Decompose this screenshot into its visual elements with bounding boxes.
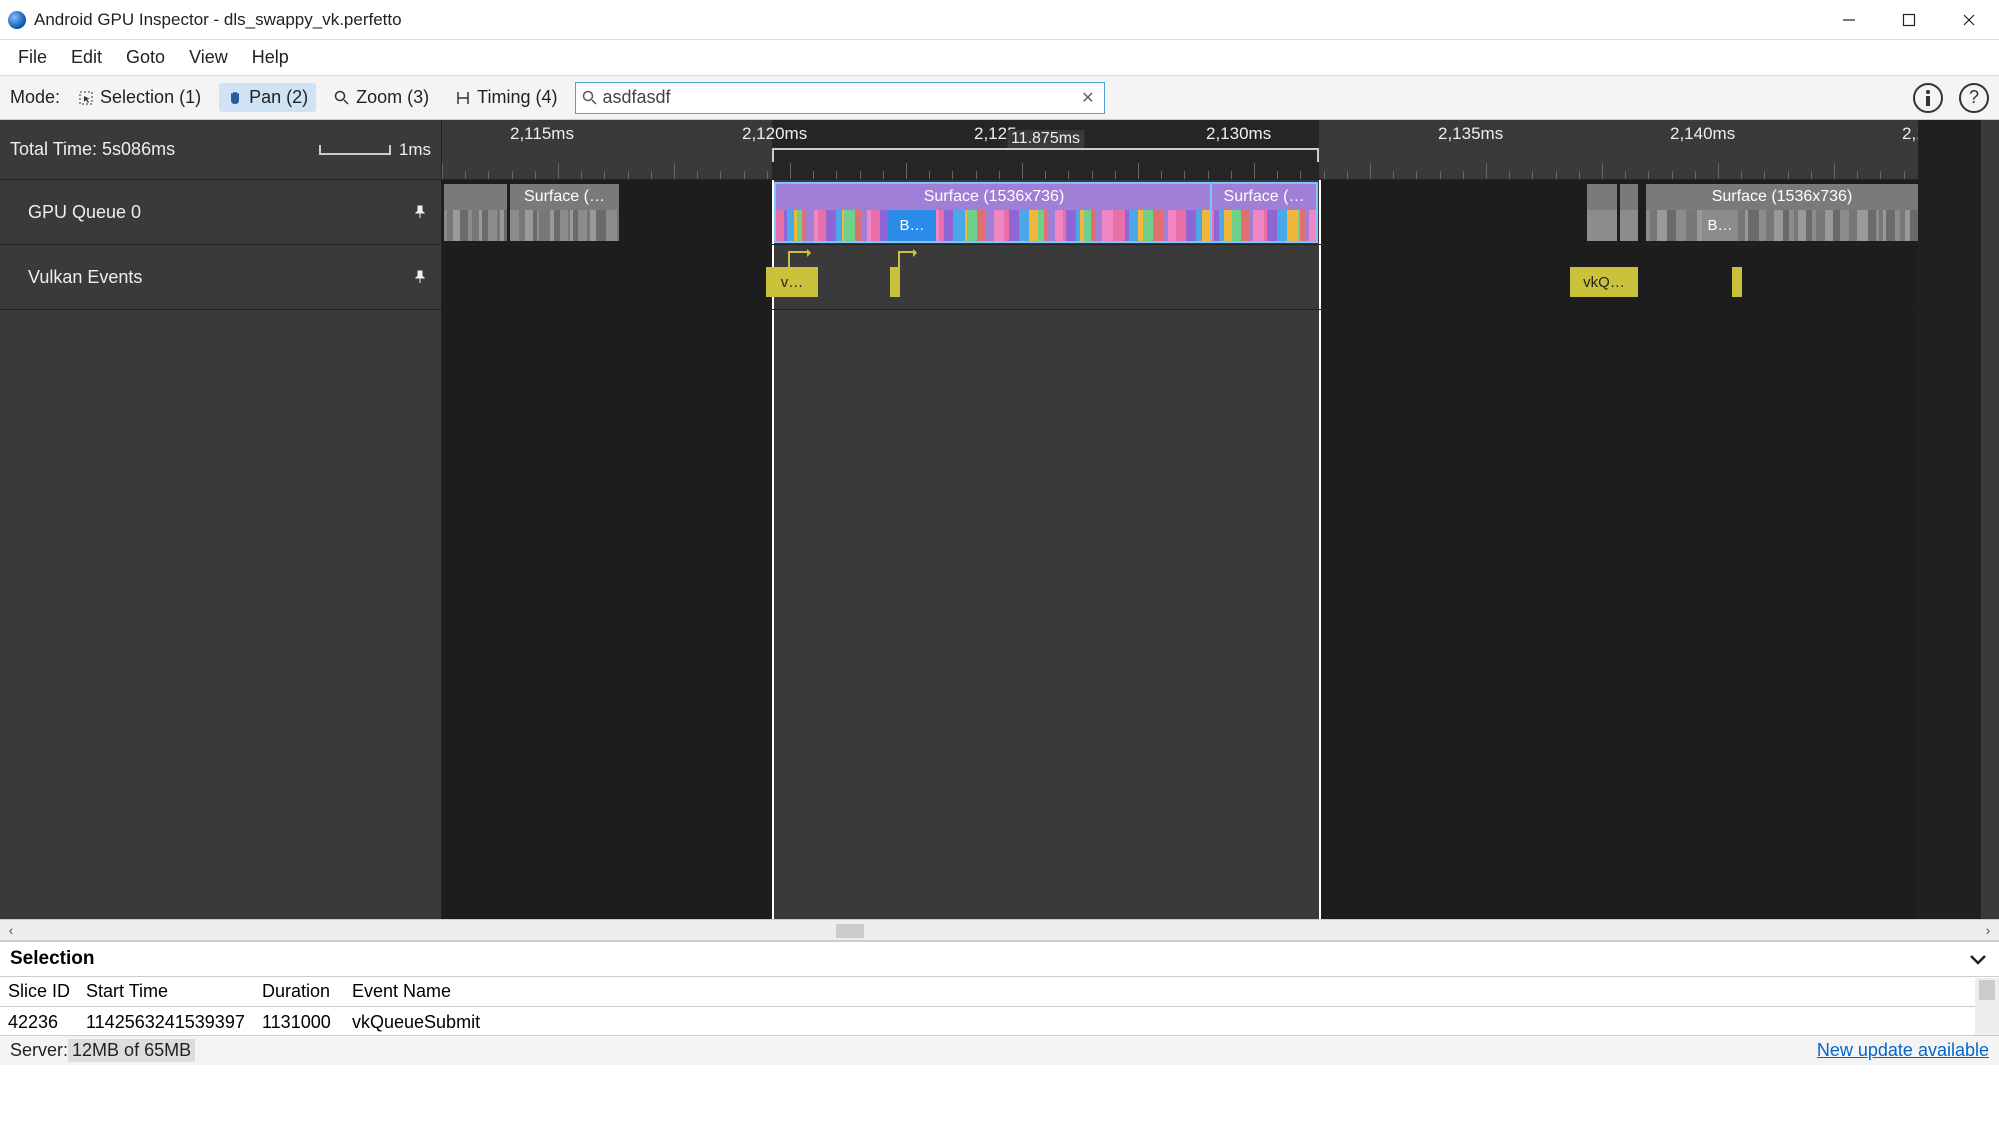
app-icon	[8, 11, 26, 29]
menu-view[interactable]: View	[179, 43, 238, 72]
timeline-right-gutter	[1981, 120, 1999, 919]
timeline-left-column: Total Time: 5s086ms 1ms GPU Queue 0 Vulk…	[0, 120, 442, 919]
info-icon	[1925, 89, 1931, 107]
selection-range-label: 11.875ms	[1007, 130, 1084, 148]
block-label: Surface (1536x736)	[1646, 184, 1918, 210]
menubar: File Edit Goto View Help	[0, 40, 1999, 76]
horizontal-scrollbar[interactable]: ‹ ›	[0, 919, 1999, 941]
tool-pan-label: Pan (2)	[249, 87, 308, 108]
selection-icon	[78, 90, 94, 106]
surface-block[interactable]: Surface (1536x736) B…	[1646, 184, 1918, 241]
scale-label: 1ms	[399, 140, 431, 160]
surface-block[interactable]	[444, 184, 507, 241]
vulkan-event-block[interactable]	[890, 267, 900, 297]
pin-icon[interactable]	[413, 205, 427, 219]
vertical-scrollbar[interactable]	[1975, 978, 1999, 1035]
server-memory: 12MB of 65MB	[68, 1039, 195, 1062]
hand-icon	[227, 90, 243, 106]
surface-block-selected[interactable]: Surface (1536x736) B…	[776, 184, 1212, 241]
update-available-link[interactable]: New update available	[1817, 1040, 1989, 1061]
info-button[interactable]	[1913, 83, 1943, 113]
surface-block[interactable]: Surface (…	[510, 184, 619, 241]
mode-label: Mode:	[10, 87, 60, 108]
sub-block[interactable]: B…	[1702, 210, 1738, 241]
scale-indicator: 1ms	[319, 140, 431, 160]
selection-panel: Selection Slice ID Start Time Duration E…	[0, 941, 1999, 1035]
block-label: Surface (1536x736)	[776, 184, 1212, 210]
tool-timing-label: Timing (4)	[477, 87, 557, 108]
minimize-button[interactable]	[1819, 0, 1879, 40]
statusbar: Server: 12MB of 65MB New update availabl…	[0, 1035, 1999, 1065]
track-header-gpu-queue[interactable]: GPU Queue 0	[0, 180, 441, 245]
tick-label: 2,135ms	[1438, 124, 1503, 144]
tool-timing[interactable]: Timing (4)	[447, 83, 565, 112]
track-vulkan-events[interactable]: v… vkQ…	[442, 245, 1918, 310]
scroll-left-arrow[interactable]: ‹	[0, 922, 22, 938]
tool-selection[interactable]: Selection (1)	[70, 83, 209, 112]
maximize-button[interactable]	[1879, 0, 1939, 40]
total-time-label: Total Time: 5s086ms	[10, 139, 175, 160]
surface-block-selected[interactable]: Surface (…	[1212, 184, 1316, 241]
clear-search-button[interactable]: ✕	[1077, 88, 1098, 108]
timeline-content[interactable]: 2,115ms 2,120ms 2,125ms 2,130ms 2,135ms …	[442, 120, 1918, 919]
col-event-name[interactable]: Event Name	[344, 981, 1999, 1002]
menu-edit[interactable]: Edit	[61, 43, 112, 72]
sub-block[interactable]: B…	[888, 210, 936, 241]
search-icon	[582, 90, 598, 106]
scroll-thumb[interactable]	[836, 924, 864, 938]
tool-pan[interactable]: Pan (2)	[219, 83, 316, 112]
track-label: Vulkan Events	[28, 267, 142, 288]
surface-block[interactable]	[1587, 184, 1617, 241]
tick-label: 2,145ms	[1902, 124, 1918, 144]
event-link-icon	[898, 251, 916, 267]
tool-selection-label: Selection (1)	[100, 87, 201, 108]
timing-icon	[455, 90, 471, 106]
selection-table: Slice ID Start Time Duration Event Name …	[0, 977, 1999, 1035]
vulkan-event-block[interactable]	[1732, 267, 1742, 297]
zoom-icon	[334, 90, 350, 106]
col-duration[interactable]: Duration	[254, 981, 344, 1002]
col-slice-id[interactable]: Slice ID	[0, 981, 78, 1002]
ruler[interactable]: 2,115ms 2,120ms 2,125ms 2,130ms 2,135ms …	[442, 120, 1918, 180]
search-box[interactable]: ✕	[575, 82, 1105, 114]
track-label: GPU Queue 0	[28, 202, 141, 223]
vulkan-event-block[interactable]: v…	[766, 267, 818, 297]
surface-block[interactable]	[1620, 184, 1638, 241]
titlebar: Android GPU Inspector - dls_swappy_vk.pe…	[0, 0, 1999, 40]
timeline-area: Total Time: 5s086ms 1ms GPU Queue 0 Vulk…	[0, 120, 1999, 919]
close-button[interactable]	[1939, 0, 1999, 40]
table-header-row: Slice ID Start Time Duration Event Name	[0, 977, 1999, 1007]
event-link-icon	[788, 251, 810, 267]
scroll-thumb[interactable]	[1979, 980, 1995, 1000]
scale-bracket-icon	[319, 145, 391, 155]
tick-label: 2,140ms	[1670, 124, 1735, 144]
block-label: Surface (…	[1212, 184, 1316, 210]
scroll-track[interactable]	[22, 920, 1977, 940]
toolbar: Mode: Selection (1) Pan (2) Zoom (3) Tim…	[0, 76, 1999, 120]
menu-file[interactable]: File	[8, 43, 57, 72]
menu-goto[interactable]: Goto	[116, 43, 175, 72]
window-title: Android GPU Inspector - dls_swappy_vk.pe…	[34, 10, 1819, 30]
track-gpu-queue[interactable]: Surface (… Surface (1536x736) B… Surface…	[442, 180, 1918, 245]
track-header-vulkan-events[interactable]: Vulkan Events	[0, 245, 441, 310]
block-label: Surface (…	[510, 184, 619, 210]
menu-help[interactable]: Help	[242, 43, 299, 72]
server-label: Server:	[10, 1040, 68, 1061]
tool-zoom[interactable]: Zoom (3)	[326, 83, 437, 112]
vulkan-event-block[interactable]: vkQ…	[1570, 267, 1638, 297]
block-label	[444, 184, 507, 210]
tick-label: 2,120ms	[742, 124, 807, 144]
table-row[interactable]: 42236 1142563241539397 1131000 vkQueueSu…	[0, 1007, 1999, 1035]
ruler-left: Total Time: 5s086ms 1ms	[0, 120, 441, 180]
col-start-time[interactable]: Start Time	[78, 981, 254, 1002]
tick-label: 2,130ms	[1206, 124, 1271, 144]
chevron-down-icon[interactable]	[1967, 948, 1989, 970]
pin-icon[interactable]	[413, 270, 427, 284]
search-input[interactable]	[602, 87, 1077, 108]
scroll-right-arrow[interactable]: ›	[1977, 922, 1999, 938]
tick-label: 2,115ms	[510, 124, 574, 144]
tool-zoom-label: Zoom (3)	[356, 87, 429, 108]
help-button[interactable]: ?	[1959, 83, 1989, 113]
selection-panel-title: Selection	[10, 948, 94, 970]
